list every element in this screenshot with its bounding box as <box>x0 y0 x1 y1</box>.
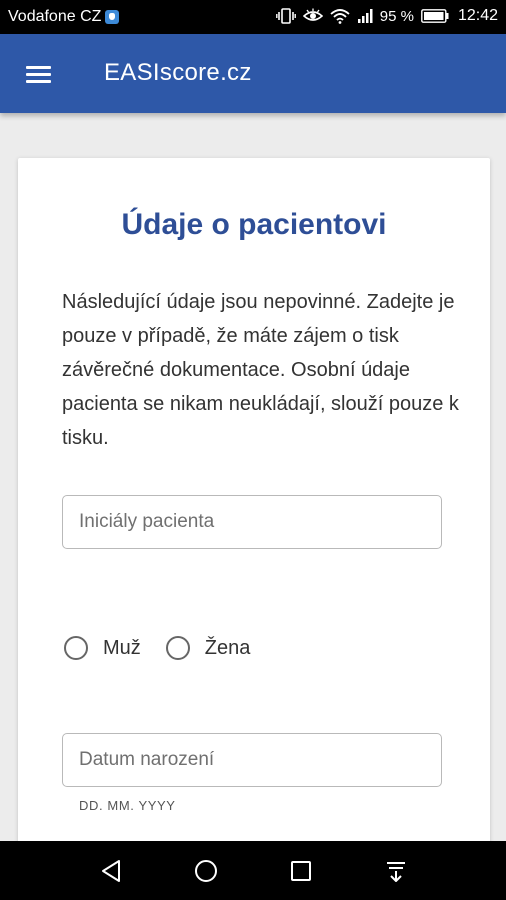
app-title: EASIscore.cz <box>104 59 252 86</box>
eye-comfort-icon <box>302 8 323 24</box>
vibrate-icon <box>275 8 296 24</box>
clock: 12:42 <box>457 7 498 24</box>
notification-pull-icon[interactable] <box>380 855 412 887</box>
birth-date-helper: DD. MM. YYYY <box>79 798 176 813</box>
hamburger-menu-icon[interactable] <box>24 62 54 86</box>
carrier-shield-icon <box>105 10 120 24</box>
battery-icon <box>421 9 449 23</box>
back-icon[interactable] <box>95 855 127 887</box>
carrier-name: Vodafone CZ <box>8 8 102 25</box>
content-area[interactable]: Údaje o pacientovi Následující údaje jso… <box>0 113 506 841</box>
patient-initials-field[interactable] <box>62 495 442 549</box>
gender-option-male[interactable]: Muž <box>64 636 141 660</box>
app-bar: EASIscore.cz <box>0 34 506 113</box>
patient-initials-input[interactable] <box>63 496 441 548</box>
patient-info-card: Údaje o pacientovi Následující údaje jso… <box>18 158 490 841</box>
status-bar: Vodafone CZ 95 % 12:42 <box>0 0 506 34</box>
radio-male-label[interactable]: Muž <box>103 637 141 660</box>
battery-percent: 95 % <box>379 7 414 25</box>
birth-date-input[interactable] <box>63 734 441 786</box>
radio-female-circle-icon[interactable] <box>165 636 190 660</box>
intro-text: Následující údaje jsou nepovinné. Zadejt… <box>62 291 459 449</box>
recents-icon[interactable] <box>285 855 317 887</box>
screen: Vodafone CZ 95 % 12:42 EASIscore.cz Údaj… <box>0 0 506 900</box>
home-icon[interactable] <box>190 855 222 887</box>
gender-radio-group: Muž Žena <box>64 636 275 660</box>
birth-date-field[interactable] <box>62 733 442 787</box>
radio-male-circle-icon[interactable] <box>64 636 88 660</box>
signal-icon <box>357 8 373 24</box>
gender-option-female[interactable]: Žena <box>165 636 251 660</box>
system-nav-bar <box>0 841 506 900</box>
carrier-info: Vodafone CZ <box>8 8 120 26</box>
wifi-icon <box>330 8 350 24</box>
radio-female-label[interactable]: Žena <box>205 637 251 660</box>
card-title: Údaje o pacientovi <box>121 208 387 241</box>
status-icons: 95 % 12:42 <box>275 7 498 25</box>
